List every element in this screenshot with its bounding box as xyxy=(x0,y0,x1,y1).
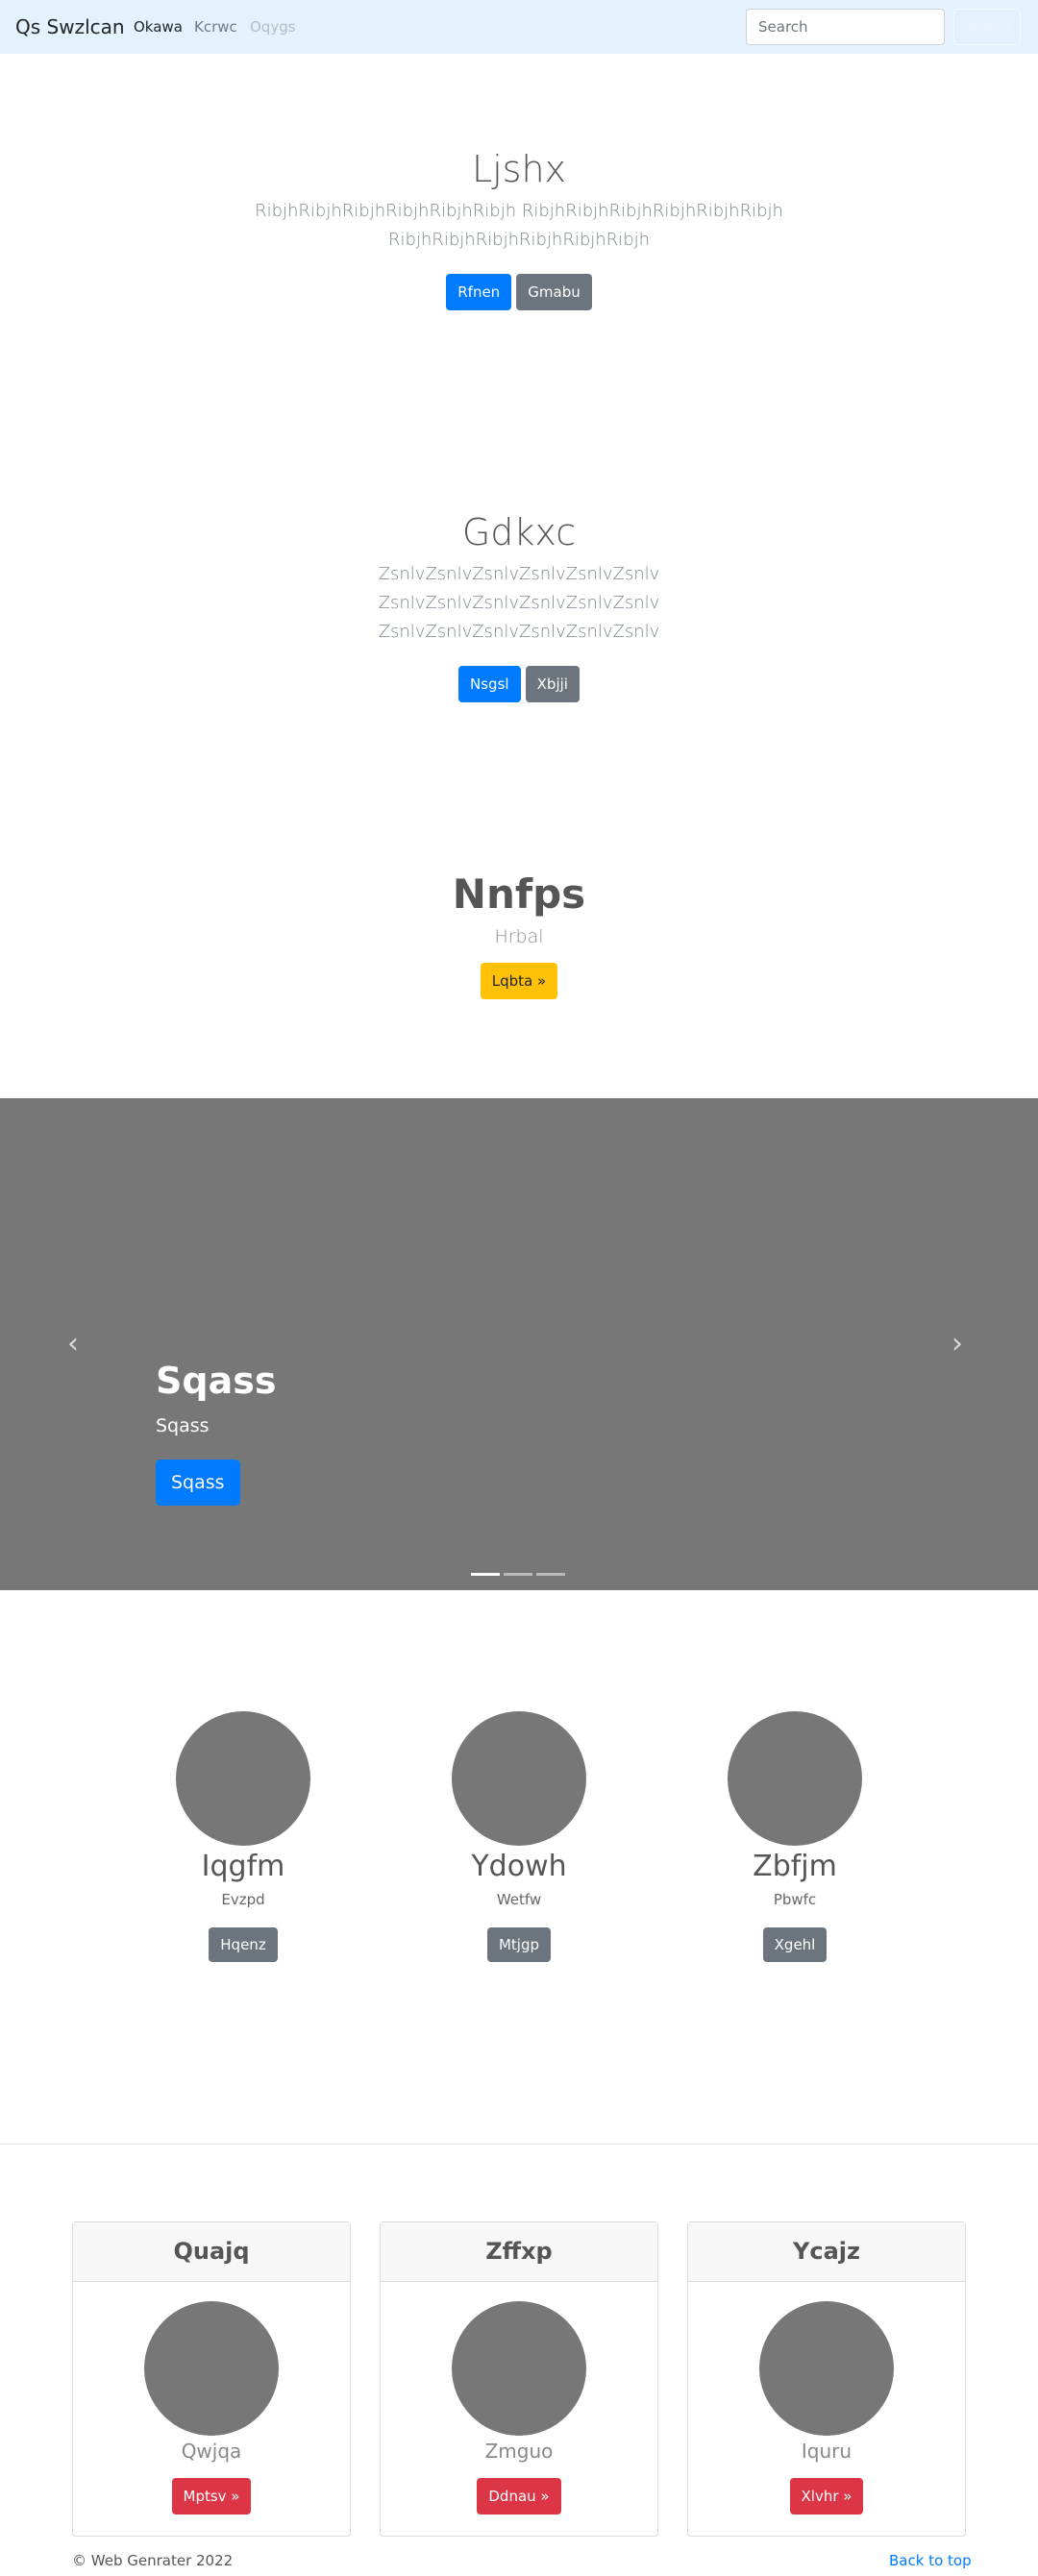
carousel-next-icon[interactable]: › xyxy=(952,1327,963,1361)
card-header: Zffxp xyxy=(381,2222,657,2282)
feature-image-placeholder xyxy=(452,1711,586,1846)
card-header: Ycajz xyxy=(688,2222,965,2282)
feature-column-3: Zbfjm Pbwfc Xgehl xyxy=(699,1711,891,1962)
hero-section-2: Gdkxc ZsnlvZsnlvZsnlvZsnlvZsnlvZsnlv Zsn… xyxy=(0,510,1038,702)
carousel-indicator-3[interactable] xyxy=(536,1573,565,1576)
feature-column-2: Ydowh Wetfw Mtjgp xyxy=(423,1711,615,1962)
feature-button[interactable]: Mtjgp xyxy=(486,1927,552,1962)
hero-secondary-button[interactable]: Xbjji xyxy=(525,666,580,702)
carousel-prev-icon[interactable]: ‹ xyxy=(67,1327,79,1361)
carousel-indicators xyxy=(469,1561,567,1580)
card-2: Zffxp Zmguo Ddnau » xyxy=(380,2221,658,2537)
nav-link-okawa[interactable]: Okawa xyxy=(134,18,183,36)
feature-subtitle: Wetfw xyxy=(496,1891,542,1908)
carousel-caption-subtitle: Sqass xyxy=(156,1415,210,1436)
hero-section-1: Ljshx RibjhRibjhRibjhRibjhRibjhRibjh Rib… xyxy=(0,147,1038,310)
carousel-caption-button[interactable]: Sqass xyxy=(156,1460,240,1506)
feature-button[interactable]: Hqenz xyxy=(209,1927,278,1962)
feature-title: Ydowh xyxy=(471,1850,567,1883)
navbar: Qs Swzlcan Okawa Kcrwc Oqygs Search Sear… xyxy=(0,0,1038,54)
feature-image-placeholder xyxy=(728,1711,862,1846)
navbar-brand[interactable]: Qs Swzlcan xyxy=(15,15,125,38)
nav-link-oqygs: Oqygs xyxy=(250,18,296,36)
card-image-placeholder xyxy=(144,2301,279,2436)
feature-title: Zbfjm xyxy=(753,1850,837,1883)
hero-lead: Hrbal xyxy=(494,926,544,947)
footer-copyright: © Web Genrater 2022 xyxy=(72,2552,234,2569)
search-button[interactable]: Search xyxy=(953,9,1021,45)
card-button[interactable]: Ddnau » xyxy=(477,2478,561,2515)
hero-lead: ZsnlvZsnlvZsnlvZsnlvZsnlvZsnlv ZsnlvZsnl… xyxy=(378,564,660,642)
card-subtitle: Zmguo xyxy=(484,2440,554,2463)
card-3: Ycajz Iquru Xlvhr » xyxy=(687,2221,966,2537)
hero-primary-button[interactable]: Rfnen xyxy=(446,274,512,310)
hero-warning-button[interactable]: Lqbta » xyxy=(480,963,558,999)
feature-column-1: Iqgfm Evzpd Hqenz xyxy=(147,1711,339,1962)
carousel-indicator-2[interactable] xyxy=(504,1573,532,1576)
feature-subtitle: Pbwfc xyxy=(773,1891,817,1908)
card-subtitle: Qwjqa xyxy=(181,2440,242,2463)
feature-subtitle: Evzpd xyxy=(221,1891,265,1908)
hero-title: Gdkxc xyxy=(461,511,577,553)
feature-image-placeholder xyxy=(176,1711,310,1846)
card-header: Quajq xyxy=(73,2222,350,2282)
hero-secondary-button[interactable]: Gmabu xyxy=(516,274,592,310)
carousel-caption-title: Sqass xyxy=(156,1360,277,1402)
card-subtitle: Iquru xyxy=(801,2440,853,2463)
card-image-placeholder xyxy=(759,2301,894,2436)
hero-lead: RibjhRibjhRibjhRibjhRibjhRibjh RibjhRibj… xyxy=(255,201,783,250)
hero-title: Nnfps xyxy=(452,871,586,918)
back-to-top-link[interactable]: Back to top xyxy=(889,2552,972,2569)
card-button[interactable]: Xlvhr » xyxy=(789,2478,864,2515)
card-1: Quajq Qwjqa Mptsv » xyxy=(72,2221,351,2537)
carousel-indicator-1[interactable] xyxy=(471,1573,500,1576)
hero-primary-button[interactable]: Nsgsl xyxy=(458,666,521,702)
carousel: ‹ › Sqass Sqass Sqass xyxy=(0,1098,1038,1590)
feature-button[interactable]: Xgehl xyxy=(762,1927,828,1962)
section-divider xyxy=(0,2144,1038,2145)
card-button[interactable]: Mptsv » xyxy=(171,2478,252,2515)
search-input[interactable]: Search xyxy=(746,9,945,45)
card-image-placeholder xyxy=(452,2301,586,2436)
feature-title: Iqgfm xyxy=(201,1850,285,1883)
nav-link-kcrwc[interactable]: Kcrwc xyxy=(194,18,237,36)
hero-section-3: Nnfps Hrbal Lqbta » xyxy=(0,872,1038,999)
hero-title: Ljshx xyxy=(471,148,567,190)
